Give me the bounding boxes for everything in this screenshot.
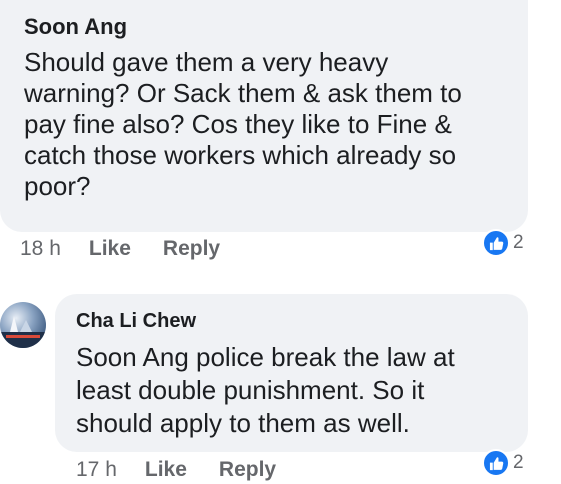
reply-comment: Cha Li Chew Soon Ang police break the la…	[0, 270, 561, 484]
comment-text: Should gave them a very heavy warning? O…	[24, 47, 462, 201]
comment-timestamp[interactable]: 17 h	[76, 458, 117, 482]
reply-button[interactable]: Reply	[163, 237, 220, 261]
avatar[interactable]	[0, 302, 46, 348]
like-button[interactable]: Like	[145, 458, 187, 482]
comment-actions: 18 h Like Reply	[20, 237, 252, 261]
comment: Soon Ang Should gave them a very heavy w…	[0, 0, 561, 270]
reply-button[interactable]: Reply	[219, 458, 276, 482]
thumbs-up-icon	[482, 229, 510, 257]
thumbs-up-icon	[482, 449, 510, 477]
comment-author[interactable]: Soon Ang	[24, 14, 127, 40]
like-button[interactable]: Like	[89, 237, 131, 261]
reaction-summary[interactable]: 2	[482, 229, 524, 257]
comment-author[interactable]: Cha Li Chew	[76, 310, 196, 333]
comment-timestamp[interactable]: 18 h	[20, 237, 61, 261]
reaction-count: 2	[513, 452, 524, 473]
comment-text: Soon Ang police break the law at least d…	[76, 342, 455, 438]
reaction-summary[interactable]: 2	[482, 449, 524, 477]
reaction-count: 2	[513, 232, 524, 253]
comment-actions: 17 h Like Reply	[76, 458, 308, 482]
